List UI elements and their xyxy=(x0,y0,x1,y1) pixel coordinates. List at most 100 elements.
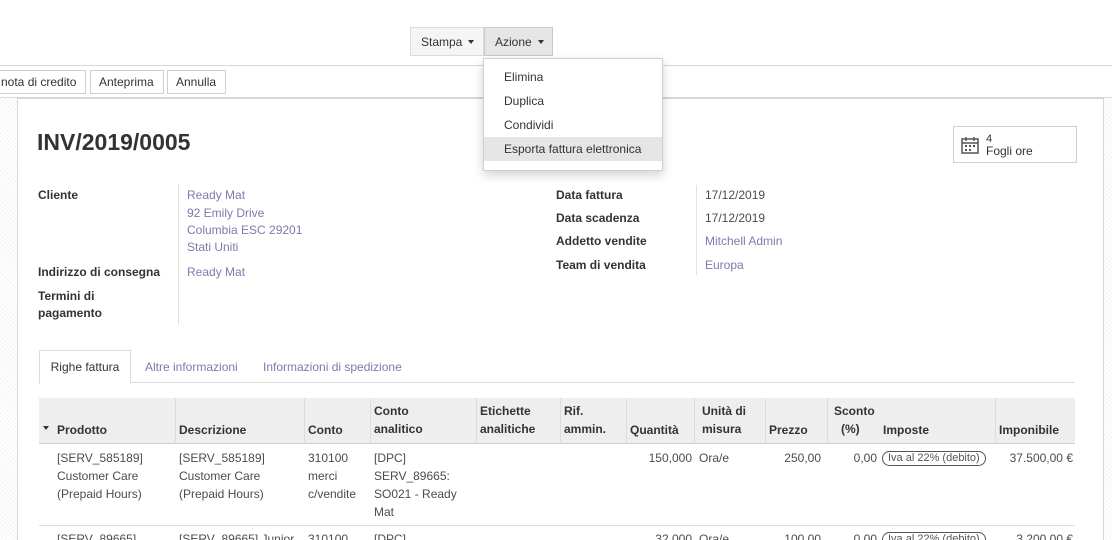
discount-cell: 0,00 xyxy=(853,532,877,540)
description-cell-line: [SERV_89665] Junior xyxy=(179,532,295,540)
analytic-cell-line: [DPC] xyxy=(374,532,407,540)
analytic-cell-line: [DPC] xyxy=(374,451,407,465)
col-uom-line2: misura xyxy=(702,422,742,436)
product-cell-line: [SERV_89665] xyxy=(57,532,137,540)
sales-team-label: Team di vendita xyxy=(556,258,646,272)
customer-country: Stati Uniti xyxy=(187,240,239,254)
description-cell-line: [SERV_585189] xyxy=(179,451,265,465)
col-divider xyxy=(175,398,176,444)
customer-name-link[interactable]: Ready Mat xyxy=(187,188,245,202)
delivery-address-label: Indirizzo di consegna xyxy=(38,265,161,279)
product-cell-line: Customer Care xyxy=(57,469,139,483)
credit-note-button[interactable]: nota di credito xyxy=(0,70,86,94)
col-description[interactable]: Descrizione xyxy=(179,421,246,439)
col-divider xyxy=(995,398,996,444)
col-admin-ref[interactable]: Rif. xyxy=(564,402,583,420)
preview-button[interactable]: Anteprima xyxy=(90,70,164,94)
customer-street: 92 Emily Drive xyxy=(187,206,265,220)
customer-city: Columbia ESC 29201 xyxy=(187,223,303,237)
uom-cell: Ora/e xyxy=(699,451,730,465)
row-divider xyxy=(39,525,1075,526)
timesheets-button[interactable]: 4 Fogli ore xyxy=(953,126,1077,163)
payment-terms-label-line2: pagamento xyxy=(38,306,103,320)
menu-item-export-einvoice[interactable]: Esporta fattura elettronica xyxy=(484,137,662,161)
col-divider xyxy=(370,398,371,444)
discount-cell: 0,00 xyxy=(853,451,877,465)
timesheets-count: 4 xyxy=(986,132,993,145)
action-dropdown-menu: Elimina Duplica Condividi Esporta fattur… xyxy=(483,58,663,171)
tax-badge: Iva al 22% (debito) xyxy=(882,532,986,540)
col-account[interactable]: Conto xyxy=(308,421,343,439)
salesperson-link[interactable]: Mitchell Admin xyxy=(705,234,782,248)
tax-badge: Iva al 22% (debito) xyxy=(882,451,986,466)
col-analytic-tags[interactable]: Etichette xyxy=(480,402,531,420)
col-divider xyxy=(626,398,627,444)
sort-caret-icon[interactable] xyxy=(43,426,49,430)
action-dropdown-button[interactable]: Azione xyxy=(484,27,553,56)
print-dropdown-button[interactable]: Stampa xyxy=(410,27,484,56)
col-subtotal[interactable]: Imponibile xyxy=(999,421,1059,439)
col-analytic-tags-line2: analitiche xyxy=(480,422,536,436)
col-divider xyxy=(827,398,828,444)
control-panel: Stampa Azione xyxy=(0,0,1112,66)
col-admin-ref-line2: ammin. xyxy=(564,422,607,436)
col-discount[interactable]: Sconto xyxy=(834,402,875,420)
description-cell-line: Customer Care xyxy=(179,469,261,483)
col-analytic[interactable]: Conto xyxy=(374,402,409,420)
notebook-tabs: Righe fattura Altre informazioni Informa… xyxy=(39,350,1075,384)
col-price[interactable]: Prezzo xyxy=(769,421,808,439)
account-cell-line: c/vendite xyxy=(308,487,357,501)
col-product[interactable]: Prodotto xyxy=(57,421,107,439)
caret-down-icon xyxy=(537,39,544,44)
invoice-lines-header: Prodotto Descrizione Conto Conto analiti… xyxy=(39,398,1075,444)
price-cell: 100,00 xyxy=(784,532,821,540)
col-analytic-line2: analitico xyxy=(374,422,423,436)
account-cell-line: 310100 xyxy=(308,451,349,465)
menu-item-share[interactable]: Condividi xyxy=(484,113,662,137)
invoice-date-label: Data fattura xyxy=(556,188,623,202)
salesperson-label: Addetto vendite xyxy=(556,234,647,248)
price-cell: 250,00 xyxy=(784,451,821,465)
tab-other-info[interactable]: Altre informazioni xyxy=(145,350,238,383)
analytic-cell-line: Mat xyxy=(374,505,395,519)
col-uom[interactable]: Unità di xyxy=(702,402,746,420)
product-cell-line: [SERV_585189] xyxy=(57,451,143,465)
analytic-cell-line: SERV_89665: xyxy=(374,469,450,483)
col-divider xyxy=(694,398,695,444)
tab-invoice-lines[interactable]: Righe fattura xyxy=(39,350,131,384)
col-divider xyxy=(765,398,766,444)
subtotal-cell: 37.500,00 € xyxy=(1009,451,1073,465)
field-divider xyxy=(696,185,697,275)
sales-team-link[interactable]: Europa xyxy=(705,258,744,272)
account-cell-line: merci xyxy=(308,469,338,483)
analytic-cell-line: SO021 - Ready xyxy=(374,487,457,501)
action-label: Azione xyxy=(495,34,532,49)
col-discount-line2: (%) xyxy=(841,422,860,436)
subtotal-cell: 3.200,00 € xyxy=(1016,532,1073,540)
field-divider xyxy=(178,185,179,325)
due-date-value: 17/12/2019 xyxy=(705,211,766,225)
tab-shipping-info[interactable]: Informazioni di spedizione xyxy=(263,350,402,383)
uom-cell: Ora/e xyxy=(699,532,730,540)
description-cell-line: (Prepaid Hours) xyxy=(179,487,264,501)
quantity-cell: 150,000 xyxy=(648,451,692,465)
caret-down-icon xyxy=(468,39,475,44)
quantity-cell: 32,000 xyxy=(655,532,692,540)
print-label: Stampa xyxy=(421,34,463,49)
col-divider xyxy=(304,398,305,444)
due-date-label: Data scadenza xyxy=(556,211,640,225)
payment-terms-label: Termini di xyxy=(38,289,95,303)
menu-item-delete[interactable]: Elimina xyxy=(484,65,662,89)
col-taxes[interactable]: Imposte xyxy=(883,421,929,439)
col-quantity[interactable]: Quantità xyxy=(630,421,679,439)
product-cell-line: (Prepaid Hours) xyxy=(57,487,142,501)
col-divider xyxy=(560,398,561,444)
delivery-address-link[interactable]: Ready Mat xyxy=(187,265,245,279)
calendar-icon xyxy=(961,136,979,154)
invoice-title: INV/2019/0005 xyxy=(37,129,191,155)
cancel-button[interactable]: Annulla xyxy=(167,70,226,94)
menu-item-duplicate[interactable]: Duplica xyxy=(484,89,662,113)
timesheets-label: Fogli ore xyxy=(986,143,1033,158)
invoice-date-value: 17/12/2019 xyxy=(705,188,766,202)
col-divider xyxy=(476,398,477,444)
